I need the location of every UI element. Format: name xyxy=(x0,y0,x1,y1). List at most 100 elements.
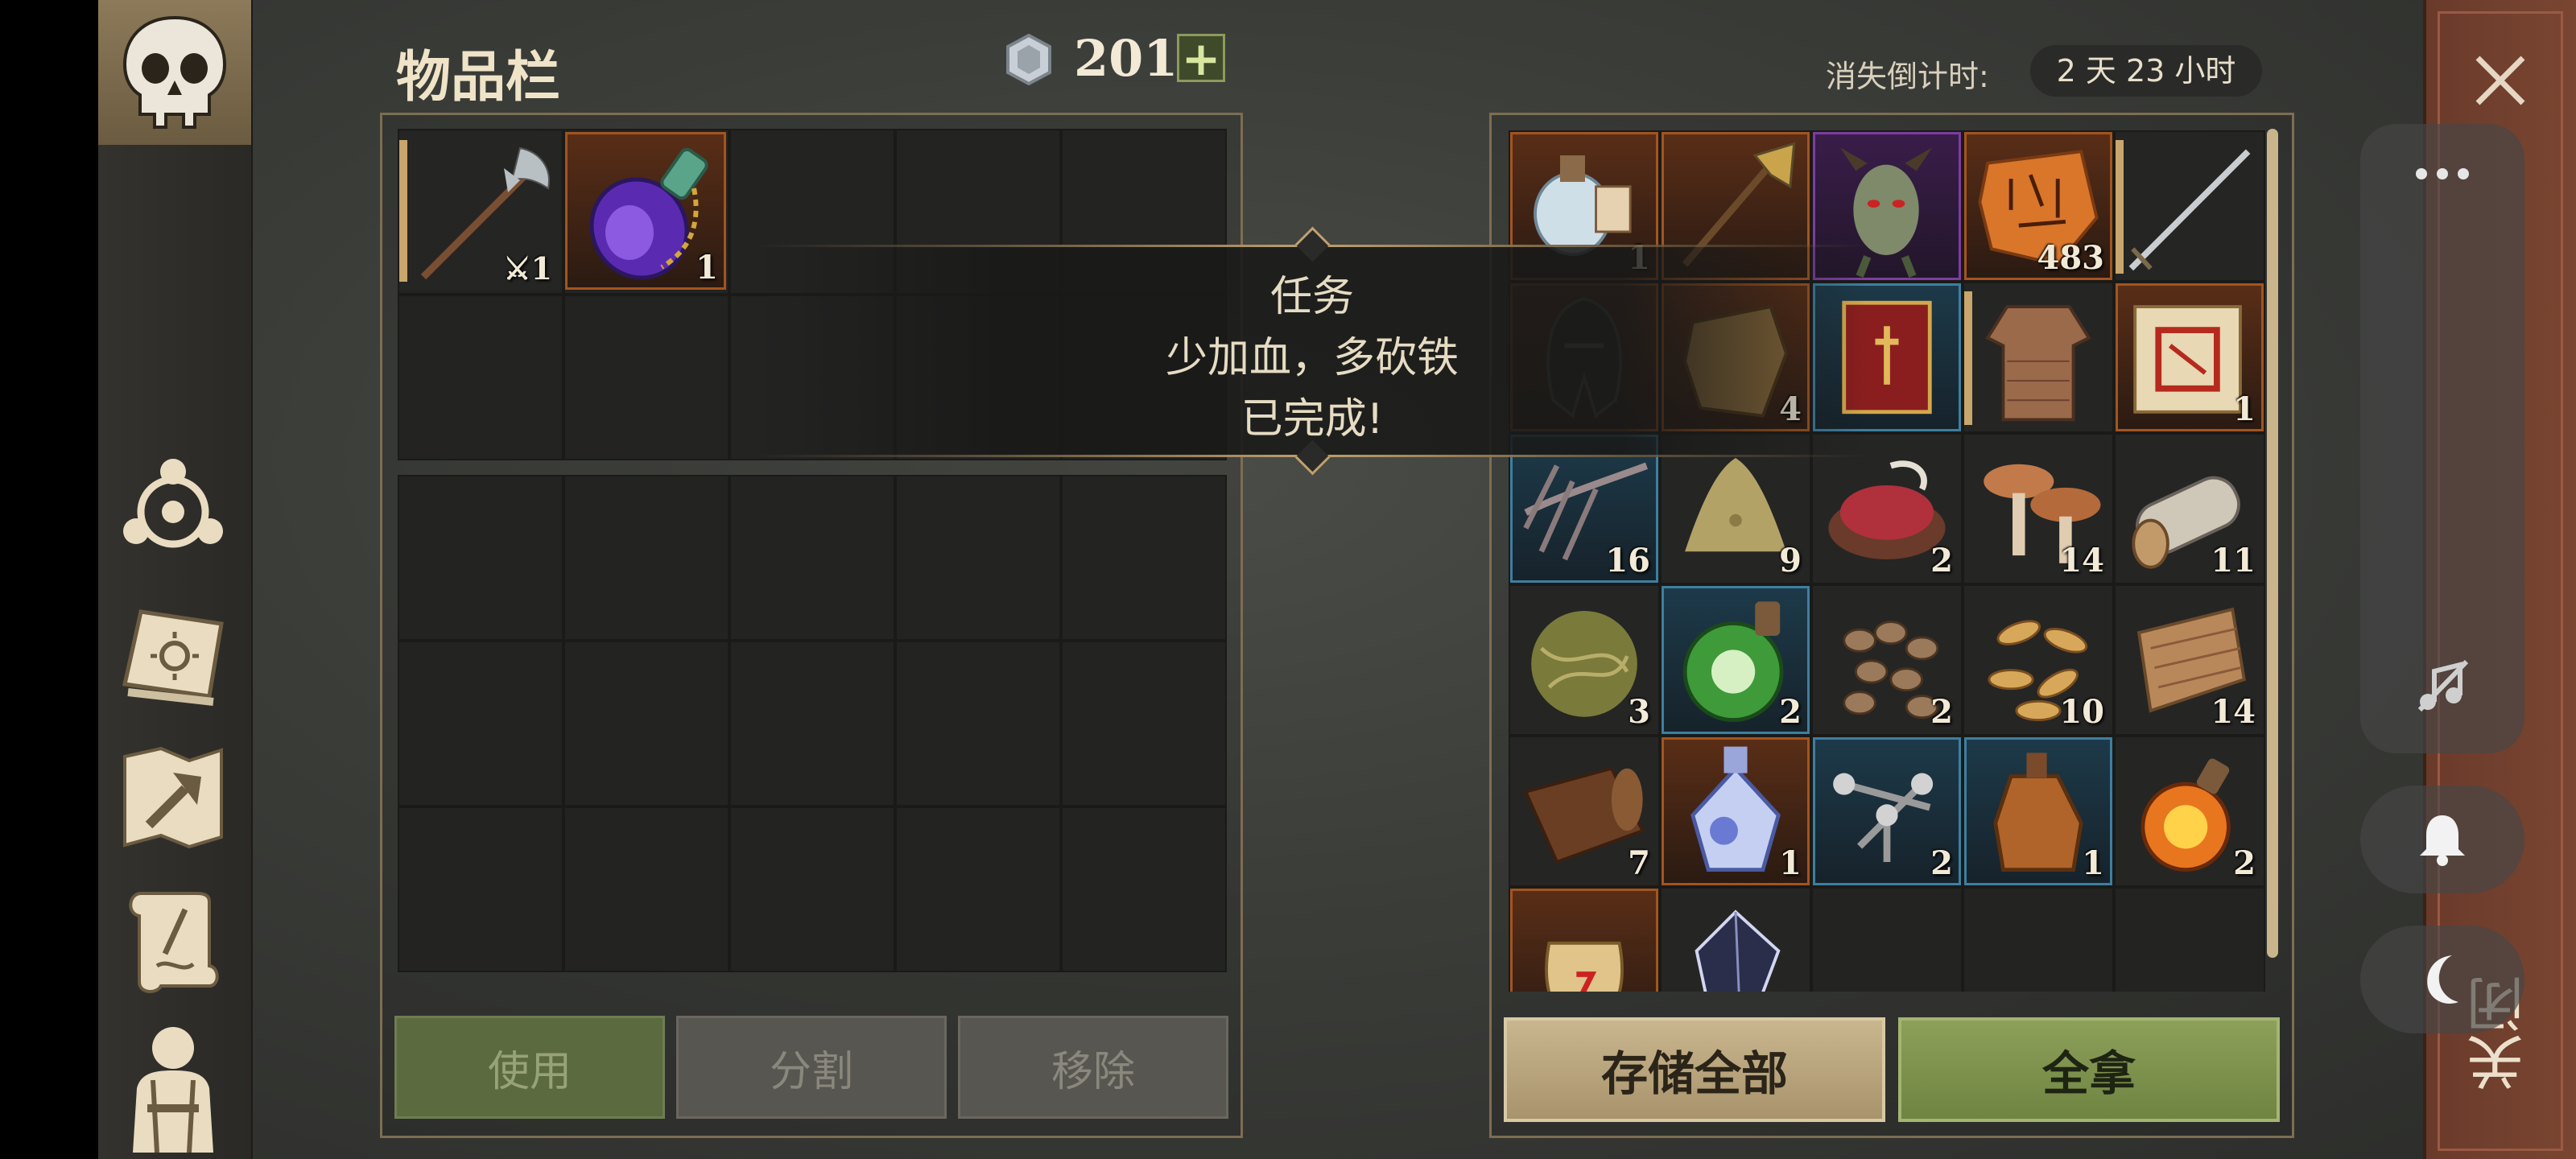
character-icon[interactable] xyxy=(109,1016,237,1153)
inventory-grid xyxy=(398,475,1227,972)
use-button[interactable]: 使用 xyxy=(394,1016,665,1119)
inventory-slot[interactable] xyxy=(398,475,564,641)
container-slot[interactable] xyxy=(1963,887,2114,992)
dark-crystal-icon xyxy=(1695,909,1781,992)
inventory-slot[interactable] xyxy=(398,295,564,460)
close-icon[interactable] xyxy=(2470,50,2531,111)
inventory-slot[interactable] xyxy=(895,641,1061,806)
inventory-slot[interactable] xyxy=(1061,475,1227,641)
item-count: 14 xyxy=(2211,693,2256,731)
toast-title: 任务 xyxy=(1269,273,1354,321)
inventory-slot[interactable] xyxy=(729,641,895,806)
item-slot[interactable]: 11 xyxy=(2114,433,2265,584)
coin-icon xyxy=(1003,33,1055,86)
inventory-slot[interactable] xyxy=(729,475,895,641)
item-slot[interactable]: 483 xyxy=(1963,130,2114,282)
container-slot[interactable] xyxy=(1811,887,1963,992)
sword-icon xyxy=(2128,149,2251,271)
inventory-slot[interactable] xyxy=(1061,641,1227,806)
store-all-button[interactable]: 存储全部 xyxy=(1504,1017,1885,1122)
inventory-slot[interactable] xyxy=(729,806,895,972)
item-count: 10 xyxy=(2059,693,2104,731)
item-slot[interactable]: 2 xyxy=(2114,736,2265,887)
item-slot[interactable]: 1 xyxy=(2114,282,2265,433)
split-button[interactable]: 分割 xyxy=(676,1016,947,1119)
notification-toggle[interactable] xyxy=(2360,786,2524,893)
durability-bar xyxy=(399,140,407,282)
countdown-label: 消失倒计时: xyxy=(1826,59,1989,94)
item-count: 2 xyxy=(1930,542,1953,580)
skull-tab[interactable] xyxy=(98,0,251,145)
inventory-slot[interactable]: ⚔1 xyxy=(399,132,560,290)
item-count: 1 xyxy=(1779,844,1802,882)
scrollbar-track[interactable] xyxy=(2267,129,2278,958)
item-count: 2 xyxy=(1930,693,1953,731)
item-slot[interactable]: 2 xyxy=(1811,584,1963,736)
inventory-slot[interactable]: 1 xyxy=(565,132,726,290)
toast-status: 已完成! xyxy=(1241,395,1384,443)
countdown-value: 2 天 23 小时 xyxy=(2056,53,2236,89)
durability-bar xyxy=(2116,140,2124,274)
add-currency-button[interactable]: + xyxy=(1177,34,1225,82)
item-count: 16 xyxy=(1605,542,1650,580)
inventory-slot[interactable] xyxy=(1061,806,1227,972)
durability-bar xyxy=(1964,291,1972,425)
left-letterbox xyxy=(0,0,98,1159)
item-slot[interactable]: 14 xyxy=(2114,584,2265,736)
toast-quest-name: 少加血，多砍铁 xyxy=(1165,334,1459,382)
currency-amount: 201 xyxy=(1074,29,1179,88)
page-title: 物品栏 xyxy=(396,46,561,109)
bell-icon xyxy=(2420,815,2465,866)
item-slot[interactable]: 1 xyxy=(1660,736,1811,887)
take-all-button[interactable]: 全拿 xyxy=(1898,1017,2280,1122)
inventory-slot[interactable] xyxy=(398,641,564,806)
inventory-slot[interactable] xyxy=(895,475,1061,641)
journal-book-icon[interactable] xyxy=(109,588,237,716)
item-slot[interactable]: 14 xyxy=(1963,433,2114,584)
inventory-slot[interactable] xyxy=(564,475,729,641)
item-slot[interactable]: 1 xyxy=(1963,736,2114,887)
inventory-slot[interactable] xyxy=(564,295,729,460)
skills-icon[interactable] xyxy=(109,441,237,570)
item-slot[interactable]: 7 xyxy=(1509,736,1660,887)
inventory-slot[interactable] xyxy=(895,806,1061,972)
item-slot[interactable] xyxy=(1509,887,1660,992)
item-count: 3 xyxy=(1628,693,1650,731)
item-slot[interactable]: 2 xyxy=(1811,736,1963,887)
container-slot[interactable] xyxy=(2114,887,2265,992)
item-slot[interactable]: 10 xyxy=(1963,584,2114,736)
countdown-pill: 2 天 23 小时 xyxy=(2030,45,2262,97)
item-count: 1 xyxy=(2082,844,2104,882)
item-count: 1 xyxy=(696,249,718,287)
item-slot[interactable]: 2 xyxy=(1660,584,1811,736)
item-count: 14 xyxy=(2059,542,2104,580)
skull-icon xyxy=(122,15,227,129)
item-slot[interactable]: 3 xyxy=(1509,584,1660,736)
more-icon[interactable] xyxy=(2410,158,2475,190)
crafting-map-icon[interactable] xyxy=(109,732,237,861)
remove-button[interactable]: 移除 xyxy=(958,1016,1228,1119)
item-count: 483 xyxy=(2037,239,2105,277)
item-count: 2 xyxy=(2233,844,2256,882)
item-slot[interactable] xyxy=(1660,887,1811,992)
night-mode-toggle[interactable] xyxy=(2360,926,2524,1033)
inventory-slot[interactable] xyxy=(398,806,564,972)
item-count: 9 xyxy=(1779,542,1802,580)
item-slot[interactable] xyxy=(2114,130,2265,282)
inventory-slot[interactable] xyxy=(564,641,729,806)
item-slot[interactable] xyxy=(1963,282,2114,433)
item-count: ⚔1 xyxy=(503,250,552,287)
quest-toast: 任务 少加血，多砍铁 已完成! xyxy=(757,226,1868,476)
chainmail-icon xyxy=(1985,305,2091,422)
pouch-icon xyxy=(1545,941,1624,992)
item-count: 2 xyxy=(1779,693,1802,731)
music-off-icon[interactable] xyxy=(2410,654,2475,718)
item-count: 1 xyxy=(2233,390,2256,428)
item-count: 7 xyxy=(1628,844,1650,882)
item-count: 2 xyxy=(1930,844,1953,882)
item-count: 11 xyxy=(2211,542,2256,580)
scrollbar-thumb[interactable] xyxy=(2267,129,2278,958)
moon-icon xyxy=(2427,955,2458,1004)
quest-scroll-icon[interactable] xyxy=(109,877,237,1006)
inventory-slot[interactable] xyxy=(564,806,729,972)
